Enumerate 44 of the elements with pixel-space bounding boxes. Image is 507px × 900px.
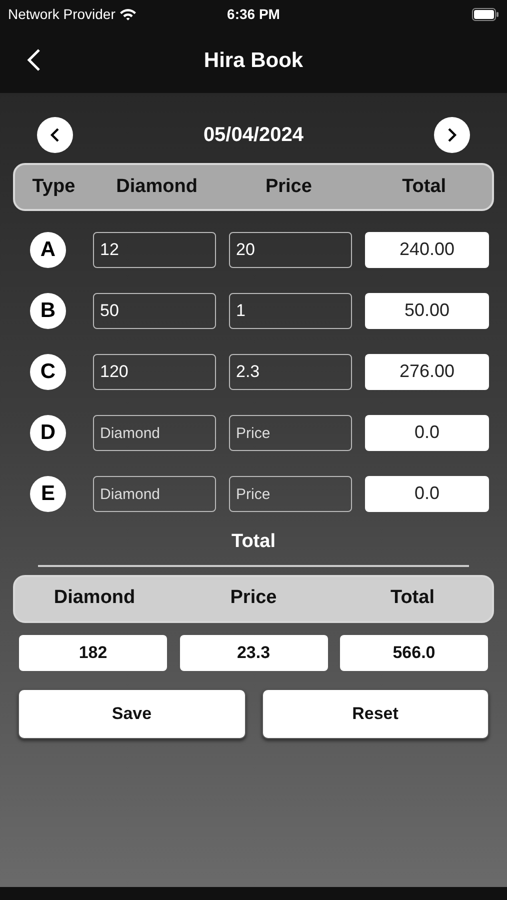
column-header: Diamond — [115, 174, 198, 199]
diamond-input[interactable]: 50 — [93, 292, 216, 328]
price-input[interactable]: 2.3 — [229, 354, 352, 390]
row-total: 0.0 — [365, 414, 489, 450]
diamond-input[interactable]: 12 — [93, 232, 216, 268]
diamond-input[interactable]: Diamond — [93, 414, 216, 450]
diamond-input[interactable]: Diamond — [93, 476, 216, 512]
column-header: Price — [264, 174, 313, 199]
chevron-left-icon — [49, 127, 61, 143]
summary-value: 182 — [19, 634, 167, 670]
price-input[interactable]: Price — [229, 414, 352, 450]
price-input[interactable]: 20 — [229, 232, 352, 268]
date-label: 05/04/2024 — [203, 123, 304, 148]
type-letter: E — [30, 476, 66, 512]
summary-value: 23.3 — [180, 634, 328, 670]
column-header: Price — [229, 586, 278, 610]
summary-value: 566.0 — [340, 634, 488, 670]
type-letter: D — [30, 414, 66, 450]
row-total: 0.0 — [365, 476, 489, 512]
price-input[interactable]: Price — [229, 476, 352, 512]
screen-title: Hira Book — [204, 48, 304, 74]
row-total: 276.00 — [365, 354, 489, 390]
column-header: Type — [31, 174, 76, 199]
summary-title: Total — [232, 531, 276, 552]
type-letter: A — [30, 232, 66, 268]
column-header: Total — [401, 174, 448, 199]
row-total: 240.00 — [365, 232, 489, 268]
row-total: 50.00 — [365, 292, 489, 328]
price-input[interactable]: 1 — [229, 292, 352, 328]
type-letter: C — [30, 354, 66, 390]
next-date-button[interactable] — [434, 117, 470, 153]
wifi-icon — [119, 8, 138, 20]
back-icon[interactable] — [26, 48, 42, 72]
chevron-right-icon — [446, 127, 458, 143]
diamond-input[interactable]: 120 — [93, 354, 216, 390]
column-header: Total — [390, 586, 436, 610]
save-button[interactable]: Save — [18, 688, 246, 738]
status-time: 6:36 PM — [227, 4, 280, 24]
battery-icon — [472, 8, 499, 20]
previous-date-button[interactable] — [37, 117, 73, 153]
column-header: Diamond — [52, 586, 136, 610]
carrier-name: Network Provider — [8, 4, 116, 24]
reset-button[interactable]: Reset — [262, 688, 489, 738]
type-letter: B — [30, 292, 66, 328]
